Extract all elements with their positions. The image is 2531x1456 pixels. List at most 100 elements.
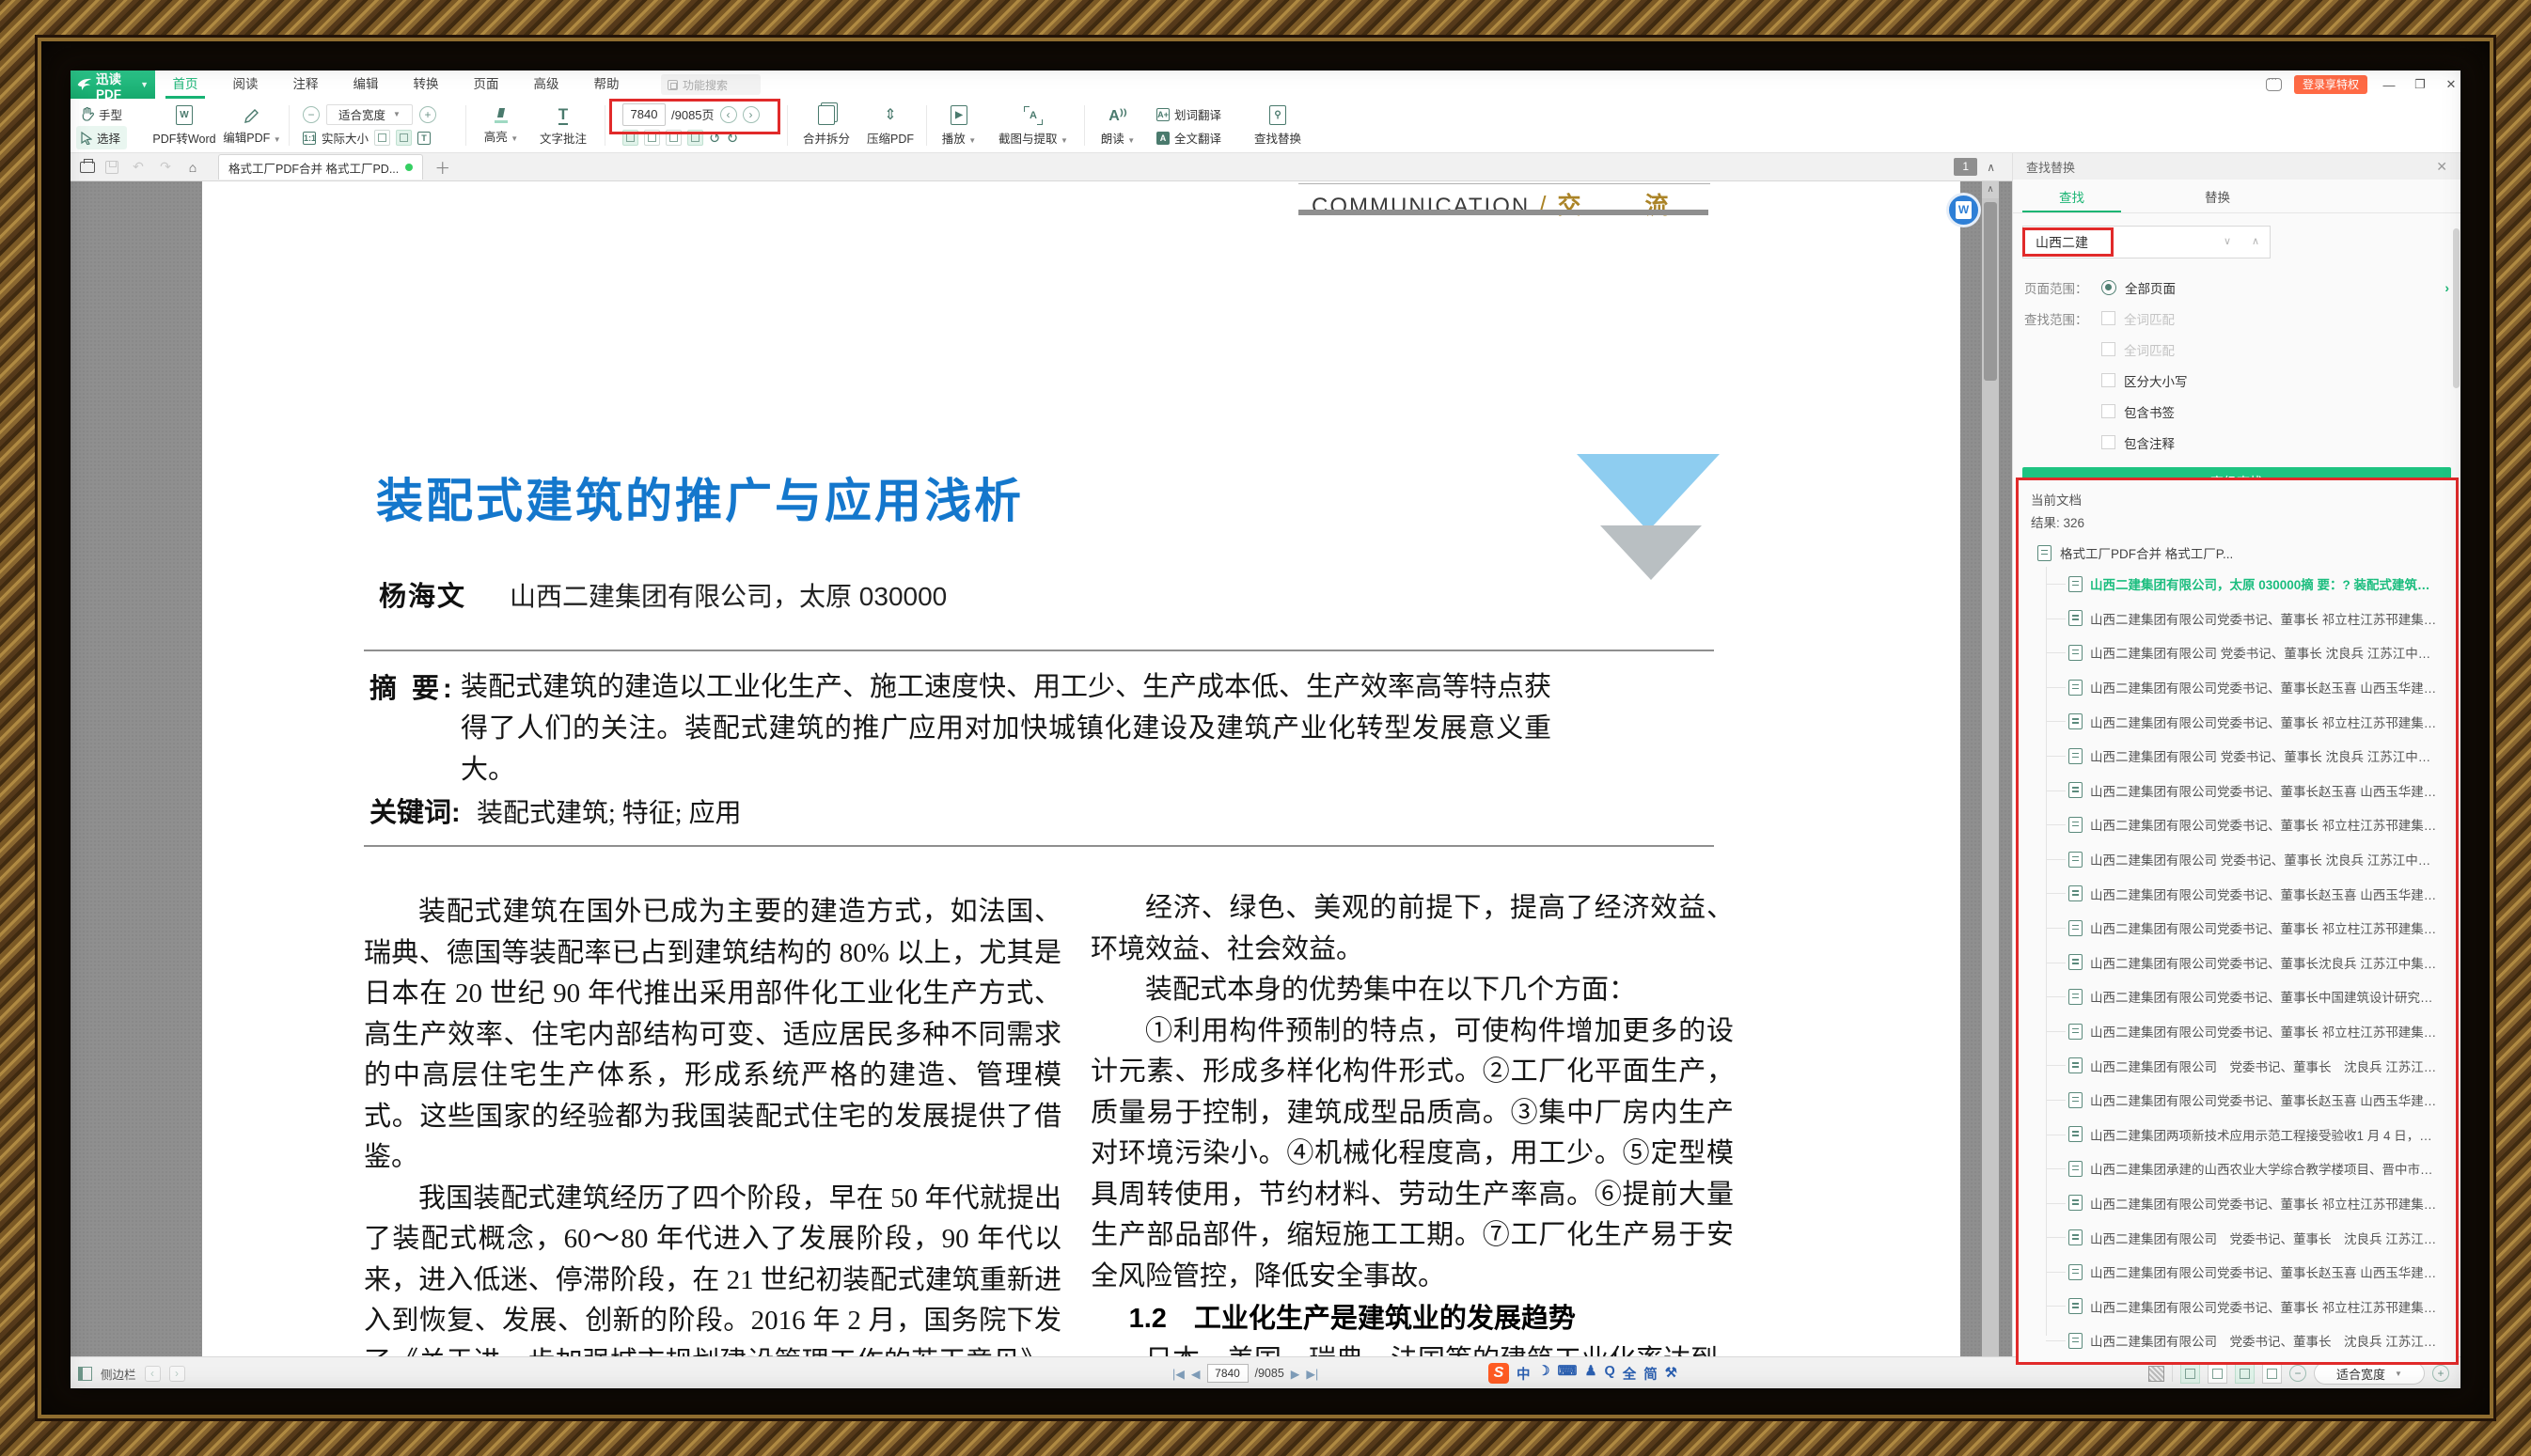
option-checkbox[interactable] xyxy=(2101,373,2115,387)
document-tab[interactable]: 格式工厂PDF合并 格式工厂PD... xyxy=(218,154,423,180)
scroll-up-arrow-icon[interactable]: ∧ xyxy=(1982,181,1999,198)
zoom-level-select[interactable]: 适合宽度▼ xyxy=(326,104,413,125)
actual-size-icon[interactable]: 1:1 xyxy=(303,132,316,145)
screenshot-extract-button[interactable]: A 截图与提取 ▼ xyxy=(990,102,1077,149)
search-result-item[interactable]: 山西二建集团有限公司党委书记、董事长 祁立柱江苏邗建集团有限公司... xyxy=(2019,1186,2452,1221)
feature-search-box[interactable]: 功能搜索 xyxy=(661,74,761,95)
search-result-item[interactable]: 山西二建集团有限公司党委书记、董事长沈良兵 江苏江中集团有限公司... xyxy=(2019,946,2452,980)
all-pages-radio[interactable] xyxy=(2101,280,2116,295)
option-checkbox[interactable] xyxy=(2101,435,2115,449)
new-tab-button[interactable]: ＋ xyxy=(434,155,450,179)
ime-glyph[interactable]: ⌨ xyxy=(1558,1364,1578,1384)
search-result-item[interactable]: 山西二建集团有限公司党委书记、董事长赵玉喜 山西玉华建设集团有限... xyxy=(2019,774,2452,808)
search-result-item[interactable]: 山西二建集团有限公司党委书记、董事长赵玉喜 山西玉华建设集团有限... xyxy=(2019,1255,2452,1290)
last-page-button[interactable]: ▶| xyxy=(1306,1367,1318,1381)
search-result-item[interactable]: 山西二建集团有限公司 党委书记、董事长 沈良兵 江苏江中集团有限公司... xyxy=(2019,842,2452,877)
page-range-expand-chevron[interactable]: › xyxy=(2445,280,2449,295)
search-result-item[interactable]: 山西二建集团有限公司 党委书记、董事长 沈良兵 江苏江中集团有限... xyxy=(2019,1323,2452,1358)
ime-glyph[interactable]: ☽ xyxy=(1538,1364,1550,1384)
tab-replace[interactable]: 替换 xyxy=(2168,187,2267,206)
actual-size-label[interactable]: 实际大小 xyxy=(322,129,369,147)
login-button[interactable]: 登录享特权 xyxy=(2294,75,2367,94)
sidebar-label[interactable]: 侧边栏 xyxy=(101,1365,136,1383)
ribbon-tab[interactable]: 高级 xyxy=(516,70,576,99)
search-result-item[interactable]: 山西二建集团有限公司 党委书记、董事长 沈良兵 江苏江中集团有限... xyxy=(2019,1048,2452,1083)
ribbon-tab[interactable]: 转换 xyxy=(396,70,456,99)
restore-button[interactable]: ❐ xyxy=(2411,77,2429,92)
search-result-item[interactable]: 山西二建集团有限公司党委书记、董事长赵玉喜 山西玉华建设集团有限... xyxy=(2019,670,2452,705)
zoom-out-button[interactable]: − xyxy=(303,106,320,123)
search-result-item[interactable]: 山西二建集团有限公司 党委书记、董事长 沈良兵 江苏江中集团有限公司... xyxy=(2019,635,2452,670)
find-replace-button[interactable]: ⚲ 查找替换 xyxy=(1248,102,1308,149)
fit-page-icon[interactable] xyxy=(374,130,390,146)
tab-find[interactable]: 查找 xyxy=(2022,187,2121,206)
feedback-chat-icon[interactable] xyxy=(2266,78,2282,91)
close-button[interactable]: ✕ xyxy=(2442,77,2460,92)
search-result-item[interactable]: 山西二建集团有限公司，太原 030000摘 要：? 装配式建筑的建造以工... xyxy=(2019,567,2452,602)
history-back-button[interactable]: ‹ xyxy=(145,1366,161,1382)
search-result-item[interactable]: 山西二建集团有限公司 党委书记、董事长 沈良兵 江苏江中集团有限公司... xyxy=(2019,739,2452,774)
ribbon-tab[interactable]: 编辑 xyxy=(336,70,396,99)
prev-page-button[interactable]: ◀ xyxy=(1191,1367,1201,1381)
find-previous-icon[interactable]: ∨ xyxy=(2213,227,2241,258)
ribbon-tab[interactable]: 注释 xyxy=(275,70,336,99)
search-result-item[interactable]: 山西二建集团有限公司党委书记、董事长 祁立柱江苏邗建集团有限公司... xyxy=(2019,602,2452,636)
search-result-item[interactable]: 山西二建集团有限公司党委书记、董事长 祁立柱江苏邗建集团有限公司... xyxy=(2019,1289,2452,1323)
ribbon-tab[interactable]: 页面 xyxy=(456,70,516,99)
next-page-button2[interactable]: ▶ xyxy=(1291,1367,1300,1381)
hand-tool-button[interactable]: 手型 xyxy=(76,102,127,126)
save-icon[interactable] xyxy=(105,161,118,174)
app-menu-caret-icon[interactable]: ▼ xyxy=(140,80,149,89)
text-view-icon[interactable]: T xyxy=(417,132,431,145)
statusbar-zoom-in-button[interactable]: + xyxy=(2432,1365,2449,1382)
fit-width-icon[interactable] xyxy=(396,130,412,146)
find-input[interactable]: 山西二建 ∨ ∧ xyxy=(2022,226,2271,258)
merge-split-button[interactable]: 合并拆分 xyxy=(796,102,857,149)
continuous-layout-icon[interactable] xyxy=(2235,1364,2255,1384)
print-icon[interactable] xyxy=(80,162,95,173)
highlight-button[interactable]: 高亮 ▼ xyxy=(477,102,526,149)
select-tool-button[interactable]: 选择 xyxy=(76,126,127,149)
edit-pdf-button[interactable]: 编辑PDF ▼ xyxy=(223,102,281,149)
search-result-item[interactable]: 山西二建集团有限公司党委书记、董事长 祁立柱江苏邗建集团有限公司... xyxy=(2019,1014,2452,1049)
statusbar-page-input[interactable]: 7840 xyxy=(1207,1364,1249,1383)
panel-scrollbar-thumb[interactable] xyxy=(2453,228,2460,388)
results-tree-parent[interactable]: 格式工厂PDF合并 格式工厂P... xyxy=(2019,539,2452,567)
first-page-button[interactable]: |◀ xyxy=(1172,1367,1185,1381)
compress-pdf-button[interactable]: ⇕ 压缩PDF xyxy=(862,102,919,149)
search-result-item[interactable]: 山西二建集团有限公司党委书记、董事长赵玉喜 山西玉华建设集团有限... xyxy=(2019,876,2452,911)
search-result-item[interactable]: 山西二建集团有限公司 党委书记、董事长 沈良兵 江苏江中集团有限... xyxy=(2019,1220,2452,1255)
two-page-layout-icon[interactable] xyxy=(2208,1364,2227,1384)
statusbar-zoom-select[interactable]: 适合宽度▼ xyxy=(2314,1362,2425,1385)
home-icon[interactable]: ⌂ xyxy=(183,160,202,175)
ribbon-tab[interactable]: 帮助 xyxy=(576,70,637,99)
ime-wrench-icon[interactable]: ⚒ xyxy=(1665,1366,1677,1381)
read-aloud-button[interactable]: A⁾⁾ 朗读 ▼ xyxy=(1093,102,1142,149)
two-page-continuous-layout-icon[interactable] xyxy=(2262,1364,2282,1384)
collapse-chevron-icon[interactable]: ∧ xyxy=(1987,161,1995,174)
search-result-item[interactable]: 山西二建集团有限公司党委书记、董事长 祁立柱江苏邗建集团有限公司... xyxy=(2019,807,2452,842)
statusbar-zoom-out-button[interactable]: − xyxy=(2289,1365,2306,1382)
search-result-item[interactable]: 山西二建集团承建的山西农业大学综合教学楼项目、晋中市公共租赁住房... xyxy=(2019,1151,2452,1186)
undo-icon[interactable]: ↶ xyxy=(129,159,148,175)
document-viewport[interactable]: COMMUNICATION / 交 流 装配式建筑的推广与应用浅析 杨海文 山西… xyxy=(71,181,2012,1356)
app-logo[interactable]: 迅读PDF ▼ xyxy=(71,70,155,99)
background-toggle-icon[interactable] xyxy=(2148,1366,2164,1382)
zoom-in-button[interactable]: + xyxy=(419,106,436,123)
option-checkbox[interactable] xyxy=(2101,342,2115,356)
pdf-to-word-button[interactable]: W PDF转Word xyxy=(151,102,217,149)
search-result-item[interactable]: 山西二建集团有限公司党委书记、董事长中国建筑设计研究院顾问总工程... xyxy=(2019,979,2452,1014)
minimize-button[interactable]: — xyxy=(2380,78,2398,92)
option-checkbox[interactable] xyxy=(2101,404,2115,418)
search-result-item[interactable]: 山西二建集团有限公司党委书记、董事长赵玉喜 山西玉华建设集团有限... xyxy=(2019,1083,2452,1118)
find-next-icon[interactable]: ∧ xyxy=(2241,227,2270,258)
history-forward-button[interactable]: › xyxy=(169,1366,185,1382)
document-scrollbar[interactable]: ∧ xyxy=(1982,181,1999,1356)
search-result-item[interactable]: 山西二建集团有限公司党委书记、董事长 祁立柱江苏邗建集团有限公司... xyxy=(2019,911,2452,946)
ime-glyph[interactable]: ♟ xyxy=(1584,1364,1596,1384)
convert-to-word-floating-button[interactable]: W xyxy=(1946,193,1981,227)
single-page-layout-icon[interactable] xyxy=(2180,1364,2200,1384)
ime-glyph[interactable]: 中 xyxy=(1517,1364,1531,1384)
text-annotation-button[interactable]: T 文字批注 xyxy=(533,102,593,149)
whole-word-checkbox[interactable] xyxy=(2101,311,2115,325)
